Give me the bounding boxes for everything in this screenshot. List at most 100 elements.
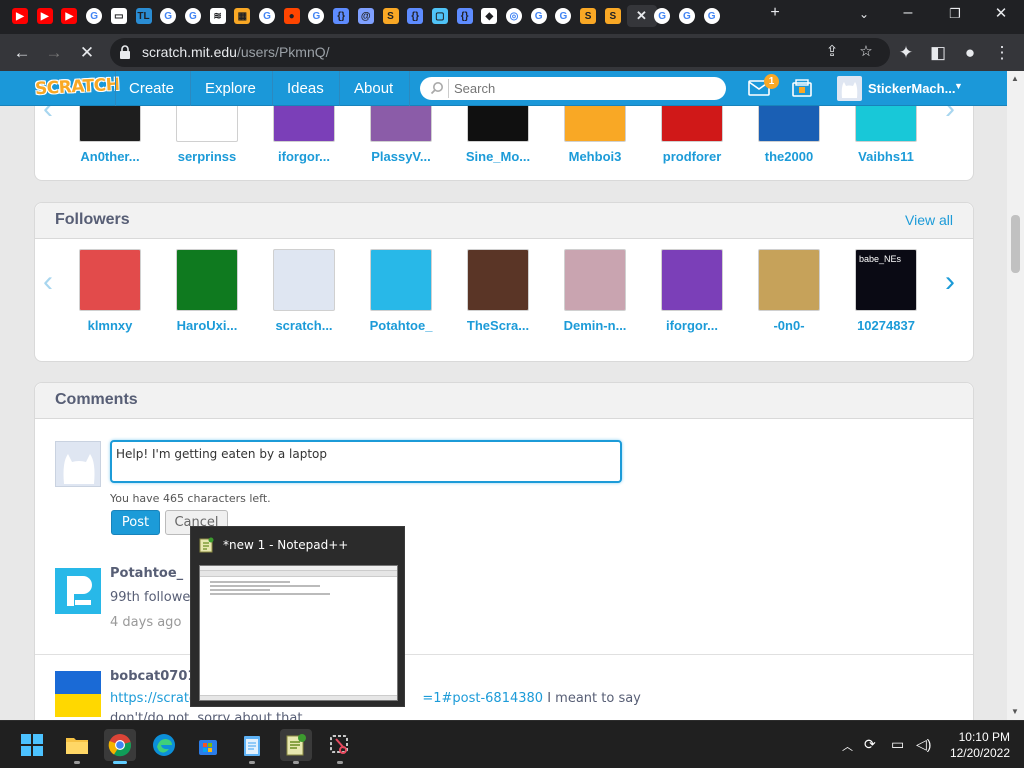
comment-avatar[interactable] [55, 671, 101, 717]
browser-tab[interactable]: G [157, 5, 179, 27]
taskbar-file-explorer[interactable] [61, 729, 93, 764]
user-thumbnail[interactable] [273, 106, 335, 142]
scroll-up-icon[interactable]: ▲ [1011, 74, 1019, 83]
user-name-link[interactable]: Potahtoe_ [360, 318, 442, 333]
user-card[interactable]: Mehboi3 [554, 106, 636, 164]
browser-tab[interactable]: G [701, 5, 723, 27]
browser-tab[interactable]: G [676, 5, 698, 27]
carousel-next-icon[interactable]: › [945, 265, 955, 299]
user-name-link[interactable]: -0n0- [748, 318, 830, 333]
user-name-link[interactable]: TheScra... [457, 318, 539, 333]
browser-tab[interactable]: S [380, 5, 402, 27]
my-stuff-folder-icon[interactable] [792, 79, 812, 97]
user-card[interactable]: babe_NEs 10274837 [845, 249, 927, 333]
browser-tab[interactable]: S [602, 5, 624, 27]
user-thumbnail[interactable] [370, 106, 432, 142]
user-name-link[interactable]: Vaibhs11 [845, 149, 927, 164]
carousel-next-icon[interactable]: › [945, 106, 955, 126]
browser-tab[interactable]: ● [281, 5, 303, 27]
taskbar-window-preview[interactable]: *new 1 - Notepad++ [190, 526, 405, 707]
user-thumbnail[interactable] [564, 106, 626, 142]
user-name-link[interactable]: HaroUxi... [166, 318, 248, 333]
search-box[interactable] [420, 77, 726, 100]
browser-tab[interactable]: {} [454, 5, 476, 27]
system-clock[interactable]: 10:10 PM 12/20/2022 [942, 729, 1010, 761]
comment-avatar[interactable] [55, 568, 101, 614]
address-bar[interactable]: scratch.mit.edu/users/PkmnQ/ ⇪ ☆ [110, 38, 890, 67]
minimize-button[interactable]: – [896, 4, 920, 22]
user-name-link[interactable]: iforgor... [651, 318, 733, 333]
browser-tab[interactable]: ▶ [34, 5, 56, 27]
username-label[interactable]: StickerMach... [868, 81, 955, 96]
search-input[interactable] [448, 79, 718, 98]
user-thumbnail[interactable] [564, 249, 626, 311]
user-thumbnail[interactable] [661, 249, 723, 311]
user-name-link[interactable]: Mehboi3 [554, 149, 636, 164]
comment-author[interactable]: bobcat0701 [110, 669, 196, 684]
user-card[interactable]: Sine_Mo... [457, 106, 539, 164]
back-button[interactable]: ← [9, 40, 35, 66]
browser-tab[interactable]: ▭ [108, 5, 130, 27]
user-thumbnail[interactable]: babe_NEs [855, 249, 917, 311]
user-name-link[interactable]: An0ther... [69, 149, 151, 164]
browser-tab[interactable]: ▦ [231, 5, 253, 27]
new-tab-button[interactable]: + [763, 4, 787, 22]
taskbar-snipping-tool[interactable] [324, 729, 356, 764]
carousel-prev-icon[interactable]: ‹ [43, 106, 53, 126]
browser-tab[interactable]: G [256, 5, 278, 27]
browser-tab[interactable]: @ [355, 5, 377, 27]
browser-tab[interactable]: G [552, 5, 574, 27]
chrome-menu-icon[interactable]: ⋮ [989, 40, 1015, 66]
close-window-button[interactable]: ✕ [989, 4, 1013, 22]
user-thumbnail[interactable] [661, 106, 723, 142]
user-card[interactable]: HaroUxi... [166, 249, 248, 333]
nav-ideas[interactable]: Ideas [287, 80, 324, 97]
comment-textarea[interactable]: Help! I'm getting eaten by a laptop [110, 440, 622, 483]
user-thumbnail[interactable] [758, 106, 820, 142]
tab-search-icon[interactable]: ⌄ [852, 7, 876, 21]
stop-loading-button[interactable]: ✕ [74, 40, 100, 66]
profile-icon[interactable]: ● [957, 40, 983, 66]
browser-tab[interactable]: G [83, 5, 105, 27]
bookmark-star-icon[interactable]: ☆ [856, 42, 876, 60]
user-card[interactable]: iforgor... [651, 249, 733, 333]
browser-tab[interactable]: {} [404, 5, 426, 27]
user-name-link[interactable]: iforgor... [263, 149, 345, 164]
scratch-logo[interactable]: SCRATCH [35, 75, 120, 99]
user-thumbnail[interactable] [370, 249, 432, 311]
nav-create[interactable]: Create [129, 80, 174, 97]
show-hidden-icons-chevron-icon[interactable]: ︿ [842, 738, 853, 754]
sync-icon[interactable]: ⟳ [864, 736, 876, 753]
user-card[interactable]: the2000 [748, 106, 830, 164]
user-card[interactable]: Demin-n... [554, 249, 636, 333]
user-name-link[interactable]: PlassyV... [360, 149, 442, 164]
side-panel-icon[interactable]: ◧ [925, 40, 951, 66]
browser-tab[interactable]: TL [133, 5, 155, 27]
comment-author[interactable]: Potahtoe_ [110, 566, 183, 581]
taskbar-notepad-plus-plus[interactable] [280, 729, 312, 764]
restore-button[interactable]: ❐ [943, 6, 967, 22]
user-name-link[interactable]: Sine_Mo... [457, 149, 539, 164]
user-card[interactable]: Vaibhs11 [845, 106, 927, 164]
user-card[interactable]: PlassyV... [360, 106, 442, 164]
user-card[interactable]: iforgor... [263, 106, 345, 164]
browser-tab[interactable]: S [577, 5, 599, 27]
user-thumbnail[interactable] [176, 106, 238, 142]
share-icon[interactable]: ⇪ [822, 42, 842, 60]
taskbar-chrome[interactable] [104, 729, 136, 764]
user-avatar[interactable] [837, 76, 862, 101]
browser-tab[interactable]: ◆ [478, 5, 500, 27]
start-button[interactable] [16, 729, 48, 761]
browser-tab[interactable]: ≋ [207, 5, 229, 27]
user-name-link[interactable]: the2000 [748, 149, 830, 164]
user-thumbnail[interactable] [273, 249, 335, 311]
post-comment-button[interactable]: Post [111, 510, 160, 535]
browser-tab[interactable]: ◎ [503, 5, 525, 27]
browser-tab[interactable]: G [651, 5, 673, 27]
user-card[interactable]: TheScra... [457, 249, 539, 333]
user-card[interactable]: An0ther... [69, 106, 151, 164]
user-name-link[interactable]: prodforer [651, 149, 733, 164]
taskbar-notepad[interactable] [236, 729, 268, 764]
forward-button[interactable]: → [41, 40, 67, 66]
user-name-link[interactable]: Demin-n... [554, 318, 636, 333]
